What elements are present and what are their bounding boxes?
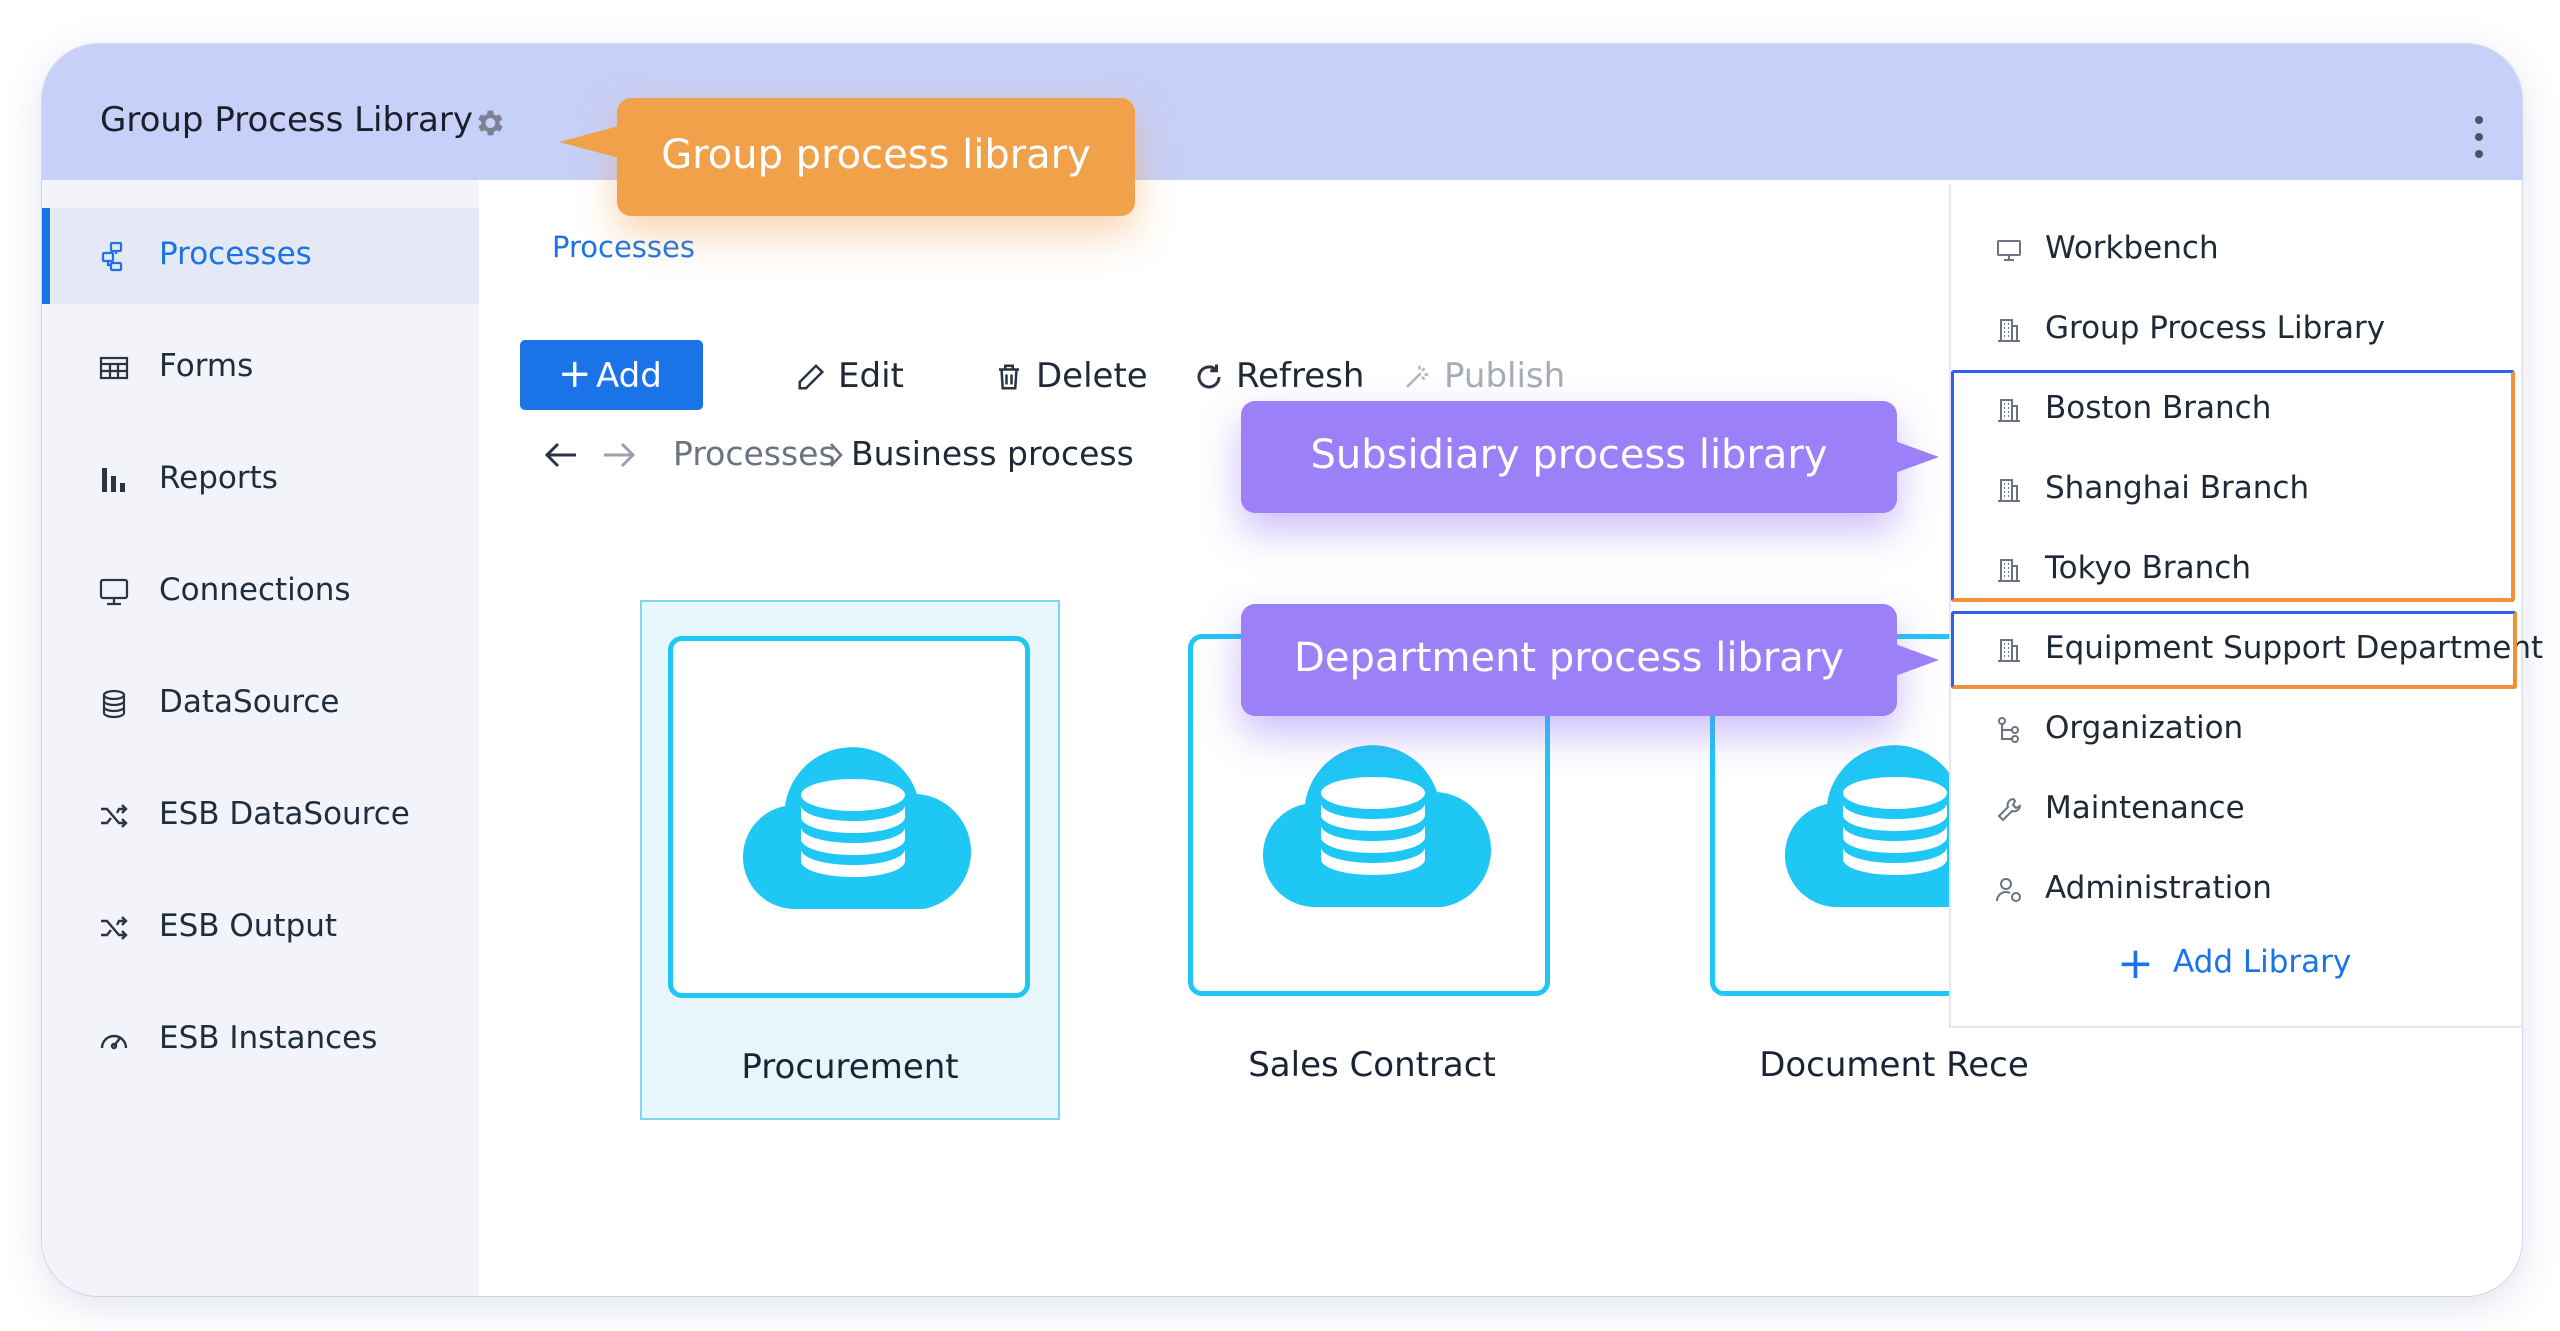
back-arrow-icon[interactable]: [542, 438, 580, 472]
wrench-icon: [1997, 797, 2022, 822]
pencil-icon: [798, 363, 825, 390]
sidebar-item-esb-instances[interactable]: ESB Instances: [42, 992, 479, 1088]
process-card-procurement[interactable]: Procurement: [640, 600, 1060, 1120]
shuffle-icon: [101, 804, 128, 828]
sidebar-item-esb-datasource[interactable]: ESB DataSource: [42, 768, 479, 864]
callout-pointer: [559, 126, 619, 158]
plus-icon: +: [558, 351, 592, 397]
callout-group-library: Group process library: [559, 98, 1135, 216]
library-dropdown-menu: Workbench Group Process Library Boston B…: [1949, 184, 2543, 1028]
table-icon: [99, 356, 129, 380]
menu-item-administration[interactable]: Administration: [1951, 850, 2521, 930]
sidebar-item-esb-output[interactable]: ESB Output: [42, 880, 479, 976]
sidebar-item-reports[interactable]: Reports: [42, 432, 479, 528]
callout-pointer: [1895, 441, 1939, 473]
gear-icon[interactable]: [472, 106, 506, 140]
menu-item-organization[interactable]: Organization: [1951, 690, 2521, 770]
sidebar-item-label: ESB DataSource: [159, 796, 410, 832]
monitor-icon: [1997, 240, 2021, 261]
database-icon: [102, 689, 126, 719]
menu-item-group-process-library[interactable]: Group Process Library: [1951, 290, 2521, 370]
path-crumb-processes[interactable]: Processes: [673, 434, 836, 473]
sidebar-item-label: ESB Instances: [159, 1020, 378, 1056]
delete-button[interactable]: Delete: [994, 356, 1154, 400]
forward-arrow-icon[interactable]: [600, 438, 638, 472]
refresh-button[interactable]: Refresh: [1194, 356, 1364, 400]
menu-item-workbench[interactable]: Workbench: [1951, 210, 2521, 290]
edit-button[interactable]: Edit: [796, 356, 906, 400]
callout-department-library: Department process library: [1241, 604, 1939, 716]
user-gear-icon: [1996, 878, 2021, 902]
monitor-icon: [99, 578, 129, 606]
sidebar-item-label: DataSource: [159, 684, 340, 720]
sidebar-item-label: Processes: [159, 236, 312, 272]
callout-subsidiary-library: Subsidiary process library: [1241, 401, 1939, 513]
card-label: Sales Contract: [1248, 1045, 1496, 1085]
sidebar-item-processes[interactable]: Processes: [42, 208, 479, 304]
vertical-dots-icon[interactable]: [2472, 114, 2486, 160]
card-label: Document Rece: [1759, 1045, 2029, 1085]
sidebar: Processes Forms Reports Connections Data…: [42, 180, 479, 1296]
chevron-right-icon: [830, 443, 843, 467]
subsidiary-highlight-box: [1951, 370, 2515, 602]
sidebar-item-connections[interactable]: Connections: [42, 544, 479, 640]
shuffle-icon: [101, 916, 128, 940]
refresh-icon: [1197, 364, 1221, 389]
sidebar-item-label: Reports: [159, 460, 278, 496]
breadcrumb[interactable]: Processes: [552, 230, 695, 264]
flow-icon: [101, 241, 123, 272]
add-button[interactable]: + Add: [520, 340, 703, 410]
cloud-database-icon: [1262, 745, 1492, 907]
sidebar-item-label: ESB Output: [159, 908, 338, 944]
sidebar-item-forms[interactable]: Forms: [42, 320, 479, 416]
path-crumb-current: Business process: [851, 434, 1134, 473]
sidebar-item-label: Forms: [159, 348, 254, 384]
card-icon-frame: [668, 636, 1030, 998]
org-tree-icon: [1998, 717, 2019, 743]
magic-wand-icon: [1406, 365, 1429, 388]
cloud-database-icon: [742, 747, 972, 909]
gauge-icon: [100, 1034, 128, 1050]
sidebar-item-datasource[interactable]: DataSource: [42, 656, 479, 752]
card-label: Procurement: [741, 1047, 959, 1087]
trash-icon: [999, 364, 1019, 390]
callout-pointer: [1895, 644, 1939, 676]
sidebar-item-label: Connections: [159, 572, 351, 608]
bar-chart-icon: [102, 468, 125, 492]
library-title[interactable]: Group Process Library: [100, 100, 473, 140]
building-icon: [1998, 319, 2020, 342]
header-bar: Group Process Library: [42, 44, 2522, 180]
menu-item-maintenance[interactable]: Maintenance: [1951, 770, 2521, 850]
department-highlight-box: [1951, 611, 2517, 689]
plus-icon: +: [2117, 938, 2154, 989]
publish-button[interactable]: Publish: [1402, 356, 1572, 400]
